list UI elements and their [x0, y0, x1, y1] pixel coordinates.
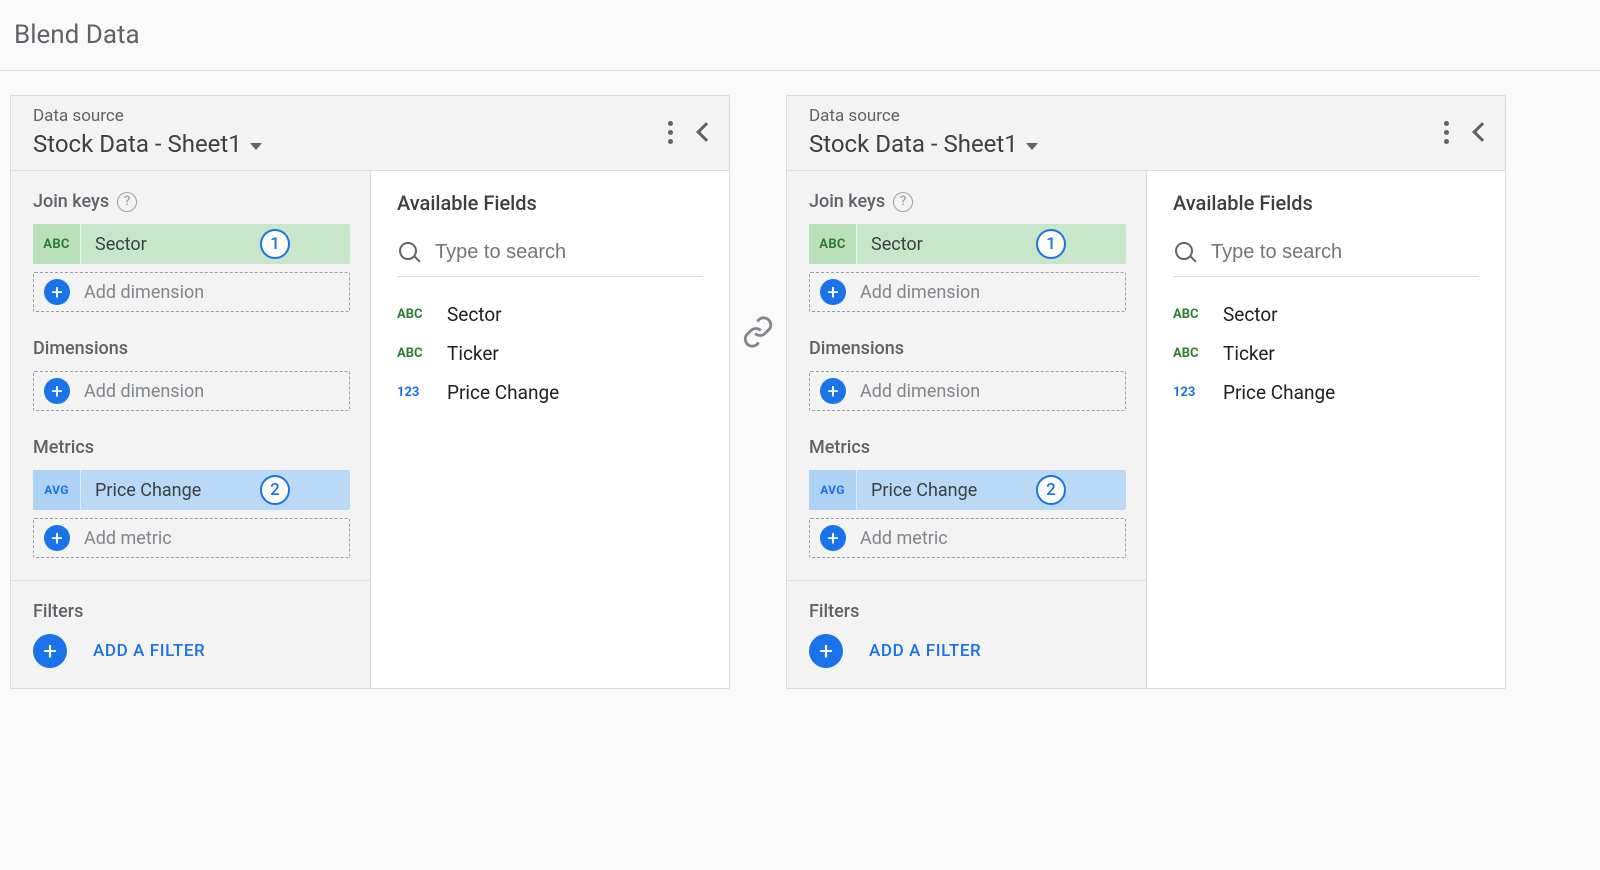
metrics-label: Metrics [33, 437, 350, 458]
num-type-icon: 123 [397, 385, 431, 400]
available-fields-title: Available Fields [1173, 191, 1479, 215]
collapse-panel-button[interactable] [1472, 122, 1492, 142]
data-source-picker[interactable]: Stock Data - Sheet1 [809, 130, 1438, 158]
abc-type-badge: ABC [33, 224, 81, 264]
abc-type-icon: ABC [397, 307, 431, 322]
plus-icon: + [820, 378, 846, 404]
abc-type-badge: ABC [809, 224, 857, 264]
plus-icon: + [809, 634, 843, 668]
more-options-button[interactable] [1438, 115, 1455, 150]
available-field[interactable]: ABC Ticker [397, 334, 703, 373]
caret-down-icon [250, 143, 262, 150]
data-source-picker[interactable]: Stock Data - Sheet1 [33, 130, 662, 158]
avg-type-badge: AVG [809, 470, 857, 510]
blend-panel: Data source Stock Data - Sheet1 Join key… [786, 95, 1506, 689]
add-dimension-button[interactable]: + Add dimension [809, 371, 1126, 411]
search-input[interactable] [1211, 241, 1477, 264]
config-column: Join keys ? ABC Sector 1 + Add dimension… [787, 171, 1147, 688]
more-options-button[interactable] [662, 115, 679, 150]
join-link-connector [730, 95, 786, 349]
search-input[interactable] [435, 241, 701, 264]
plus-icon: + [820, 525, 846, 551]
available-fields-column: Available Fields ABC Sector ABC Ticker 1… [371, 171, 729, 688]
dimensions-label: Dimensions [809, 338, 1126, 359]
data-source-label: Data source [33, 106, 662, 126]
page-title: Blend Data [0, 0, 1600, 70]
data-source-label: Data source [809, 106, 1438, 126]
plus-icon: + [820, 279, 846, 305]
join-key-chip[interactable]: ABC Sector 1 [33, 224, 350, 264]
add-metric-button[interactable]: + Add metric [809, 518, 1126, 558]
join-key-chip[interactable]: ABC Sector 1 [809, 224, 1126, 264]
metric-chip[interactable]: AVG Price Change 2 [809, 470, 1126, 510]
help-icon[interactable]: ? [117, 192, 137, 212]
caret-down-icon [1026, 143, 1038, 150]
available-field[interactable]: ABC Sector [397, 295, 703, 334]
available-field[interactable]: ABC Ticker [1173, 334, 1479, 373]
plus-icon: + [44, 279, 70, 305]
filters-label: Filters [809, 601, 1126, 622]
available-fields-column: Available Fields ABC Sector ABC Ticker 1… [1147, 171, 1505, 688]
available-field[interactable]: 123 Price Change [1173, 373, 1479, 412]
add-filter-button[interactable]: + ADD A FILTER [33, 634, 350, 668]
abc-type-icon: ABC [397, 346, 431, 361]
data-source-name: Stock Data - Sheet1 [809, 130, 1018, 158]
add-metric-button[interactable]: + Add metric [33, 518, 350, 558]
avg-type-badge: AVG [33, 470, 81, 510]
join-keys-label: Join keys ? [809, 191, 1126, 212]
plus-icon: + [44, 378, 70, 404]
search-field-row [1173, 235, 1479, 277]
search-icon [1175, 242, 1197, 264]
metrics-label: Metrics [809, 437, 1126, 458]
callout-badge-2: 2 [260, 475, 290, 505]
add-join-dimension-button[interactable]: + Add dimension [809, 272, 1126, 312]
num-type-icon: 123 [1173, 385, 1207, 400]
filters-label: Filters [33, 601, 350, 622]
collapse-panel-button[interactable] [696, 122, 716, 142]
help-icon[interactable]: ? [893, 192, 913, 212]
callout-badge-2: 2 [1036, 475, 1066, 505]
metric-chip[interactable]: AVG Price Change 2 [33, 470, 350, 510]
add-filter-button[interactable]: + ADD A FILTER [809, 634, 1126, 668]
available-field[interactable]: 123 Price Change [397, 373, 703, 412]
available-fields-title: Available Fields [397, 191, 703, 215]
callout-badge-1: 1 [260, 229, 290, 259]
abc-type-icon: ABC [1173, 307, 1207, 322]
join-keys-label: Join keys ? [33, 191, 350, 212]
panel-header: Data source Stock Data - Sheet1 [787, 96, 1505, 171]
add-join-dimension-button[interactable]: + Add dimension [33, 272, 350, 312]
config-column: Join keys ? ABC Sector 1 + Add dimension… [11, 171, 371, 688]
plus-icon: + [44, 525, 70, 551]
search-field-row [397, 235, 703, 277]
data-source-name: Stock Data - Sheet1 [33, 130, 242, 158]
panel-header: Data source Stock Data - Sheet1 [11, 96, 729, 171]
dimensions-label: Dimensions [33, 338, 350, 359]
search-icon [399, 242, 421, 264]
callout-badge-1: 1 [1036, 229, 1066, 259]
abc-type-icon: ABC [1173, 346, 1207, 361]
panels-row: Data source Stock Data - Sheet1 Join key… [0, 71, 1600, 689]
link-icon [741, 315, 775, 349]
plus-icon: + [33, 634, 67, 668]
available-field[interactable]: ABC Sector [1173, 295, 1479, 334]
add-dimension-button[interactable]: + Add dimension [33, 371, 350, 411]
blend-panel: Data source Stock Data - Sheet1 Join key… [10, 95, 730, 689]
